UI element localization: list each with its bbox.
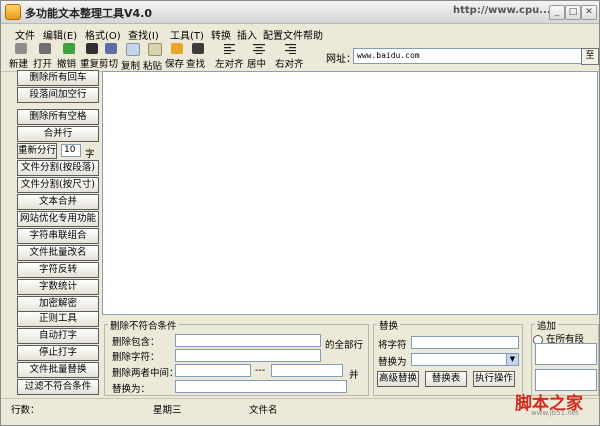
main-text-area[interactable] (102, 71, 598, 315)
delete-chars-label: 删除字符： (112, 352, 160, 363)
minimize-button[interactable]: _ (549, 5, 565, 20)
filter-group-title: 删除不符合条件 (108, 318, 179, 332)
align-center-icon (253, 44, 265, 54)
rewrap-button[interactable]: 重新分行 (17, 143, 57, 159)
menu-convert[interactable]: 转换 (211, 27, 231, 42)
menu-edit[interactable]: 编辑(E) (43, 27, 77, 42)
align-left-icon (224, 44, 235, 54)
align-center-button[interactable]: 居中 (247, 43, 271, 70)
split-unit-label: 字 (85, 149, 95, 160)
word-count-button[interactable]: 字数统计 (17, 279, 99, 295)
split-by-paragraph-button[interactable]: 文件分割(按段落) (17, 160, 99, 176)
auto-type-button[interactable]: 自动打字 (17, 328, 99, 344)
from-chars-label: 将字符 (378, 340, 407, 351)
merge-lines-button[interactable]: 合并行 (17, 126, 99, 142)
close-button[interactable]: ✕ (581, 5, 597, 20)
delete-chars-input[interactable] (175, 349, 321, 362)
filter-unmatched-button[interactable]: 过滤不符合条件 (17, 379, 99, 395)
execute-button[interactable]: 执行操作 (473, 371, 515, 387)
between-dash-label: --- (255, 365, 266, 376)
maximize-button[interactable]: □ (565, 5, 581, 20)
menu-help[interactable]: 帮助 (303, 27, 323, 42)
open-button[interactable]: 打开 (33, 43, 57, 70)
align-right-icon (285, 44, 296, 54)
encrypt-decrypt-button[interactable]: 加密解密 (17, 296, 99, 312)
batch-replace-button[interactable]: 文件批量替换 (17, 362, 99, 378)
menu-bar: 文件 编辑(E) 格式(O) 查找(I) 工具(T) 转换 插入 配置文件 帮助 (1, 24, 599, 42)
add-blank-line-button[interactable]: 段落间加空行 (17, 87, 99, 103)
find-button[interactable]: 查找 (186, 43, 210, 70)
main-window: 多功能文本整理工具V4.0 http://www.cpu... _ □ ✕ 文件… (0, 0, 600, 426)
replace-group-title: 替换 (377, 318, 401, 332)
status-lines: 行数： (11, 405, 40, 416)
title-bar: 多功能文本整理工具V4.0 http://www.cpu... _ □ ✕ (1, 1, 599, 24)
new-button[interactable]: 新建 (9, 43, 33, 70)
between-and-label: 并 (349, 370, 359, 381)
delete-include-label: 删除包含： (112, 337, 160, 348)
undo-button[interactable]: 撤销 (57, 43, 81, 70)
menu-format[interactable]: 格式(O) (85, 27, 121, 42)
status-filename: 文件名 (249, 405, 278, 416)
whole-line-label: 的全部行 (325, 340, 364, 351)
split-length-input[interactable]: 10 (61, 144, 81, 157)
merge-text-button[interactable]: 文本合并 (17, 194, 99, 210)
append-group-title: 追加 (535, 318, 559, 332)
from-chars-input[interactable] (411, 336, 519, 349)
status-bar: 行数： 星期三 文件名 (1, 398, 599, 416)
align-left-button[interactable]: 左对齐 (215, 43, 245, 70)
advanced-replace-button[interactable]: 高级替换 (377, 371, 419, 387)
append-after-input[interactable] (535, 369, 597, 391)
copy-icon (126, 43, 140, 56)
between-start-input[interactable] (175, 364, 251, 377)
copy-button[interactable]: 复制 (121, 43, 145, 72)
menu-find[interactable]: 查找(I) (128, 27, 159, 42)
seo-tools-button[interactable]: 网站优化专用功能 (17, 211, 99, 227)
paste-button[interactable]: 粘贴 (143, 43, 167, 72)
open-icon (39, 43, 51, 54)
save-icon (171, 43, 183, 54)
title-url: http://www.cpu... (453, 5, 551, 16)
new-icon (15, 43, 27, 54)
append-before-input[interactable] (535, 343, 597, 365)
delete-include-input[interactable] (175, 334, 321, 347)
cut-button[interactable]: 剪切 (99, 43, 123, 70)
to-chars-select[interactable]: ▼ (411, 353, 519, 366)
remove-all-spaces-button[interactable]: 删除所有空格 (17, 109, 99, 125)
url-input[interactable]: www.baidu.com (353, 48, 583, 64)
menu-tools[interactable]: 工具(T) (170, 27, 204, 42)
string-combine-button[interactable]: 字符串联组合 (17, 228, 99, 244)
app-icon (5, 4, 21, 20)
paste-icon (148, 43, 162, 56)
regex-tool-button[interactable]: 正则工具 (17, 311, 99, 327)
redo-icon (86, 43, 98, 54)
replace-table-button[interactable]: 替换表 (425, 371, 467, 387)
undo-icon (63, 43, 75, 54)
filter-replace-input[interactable] (175, 380, 347, 393)
split-by-size-button[interactable]: 文件分割(按尺寸) (17, 177, 99, 193)
find-icon (192, 43, 204, 54)
menu-file[interactable]: 文件 (15, 27, 35, 42)
align-right-button[interactable]: 右对齐 (275, 43, 305, 70)
url-label: 网址： (326, 54, 356, 65)
filter-replace-label: 替换为： (112, 384, 151, 395)
between-end-input[interactable] (271, 364, 343, 377)
reverse-chars-button[interactable]: 字符反转 (17, 262, 99, 278)
stop-typing-button[interactable]: 停止打字 (17, 345, 99, 361)
window-title: 多功能文本整理工具V4.0 (25, 7, 152, 20)
status-weekday: 星期三 (153, 405, 182, 416)
to-chars-label: 替换为 (378, 357, 407, 368)
chevron-down-icon[interactable]: ▼ (506, 354, 518, 365)
delete-between-label: 删除两者中间： (112, 368, 179, 379)
menu-config[interactable]: 配置文件 (263, 27, 303, 42)
remove-all-returns-button[interactable]: 删除所有回车 (17, 70, 99, 86)
watermark-url: www.jb51.net (531, 409, 579, 417)
go-button[interactable]: 至 (581, 48, 599, 65)
menu-insert[interactable]: 插入 (237, 27, 257, 42)
cut-icon (105, 43, 117, 54)
batch-rename-button[interactable]: 文件批量改名 (17, 245, 99, 261)
